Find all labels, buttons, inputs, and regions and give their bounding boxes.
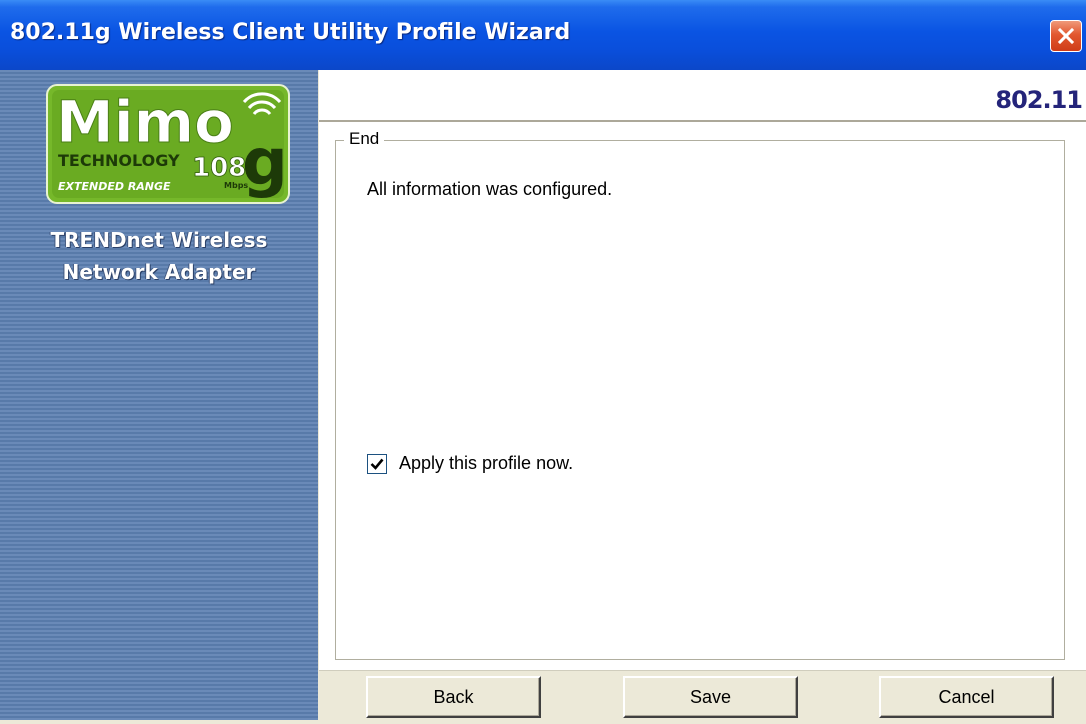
logo-tagline: EXTENDED RANGE <box>58 180 171 193</box>
window-frame-bottom <box>0 720 1086 724</box>
logo-technology: TECHNOLOGY <box>58 151 180 170</box>
apply-profile-row[interactable]: Apply this profile now. <box>367 453 573 474</box>
save-button[interactable]: Save <box>623 676 798 718</box>
wizard-window: 802.11g Wireless Client Utility Profile … <box>0 0 1086 724</box>
header-strip: 802.11 <box>319 70 1086 120</box>
logo-letter: g <box>242 126 288 200</box>
checkmark-icon <box>370 458 384 470</box>
back-button[interactable]: Back <box>366 676 541 718</box>
apply-profile-label[interactable]: Apply this profile now. <box>399 453 573 474</box>
close-button[interactable] <box>1050 20 1082 52</box>
groupbox-legend: End <box>344 129 385 149</box>
brand-name-line2: Network Adapter <box>62 260 256 284</box>
button-bar: Back Save Cancel <box>319 670 1086 724</box>
title-bar[interactable]: 802.11g Wireless Client Utility Profile … <box>0 0 1086 70</box>
apply-profile-checkbox[interactable] <box>367 453 387 474</box>
brand-name-line1: TRENDnet Wireless <box>50 228 268 252</box>
content-area: 802.11 End All information was configure… <box>319 70 1086 724</box>
window-title: 802.11g Wireless Client Utility Profile … <box>10 20 571 45</box>
cancel-button[interactable]: Cancel <box>879 676 1054 718</box>
close-icon <box>1057 27 1075 45</box>
end-groupbox: End All information was configured. Appl… <box>335 129 1065 660</box>
mimo-logo: Mimo TECHNOLOGY 108 Mbps g EXTENDED RANG… <box>46 84 290 204</box>
logo-speed: 108 <box>192 153 246 183</box>
side-panel: Mimo TECHNOLOGY 108 Mbps g EXTENDED RANG… <box>0 70 318 724</box>
info-message: All information was configured. <box>367 179 613 199</box>
brand-80211: 802.11 <box>995 86 1083 114</box>
logo-word: Mimo <box>56 88 234 156</box>
